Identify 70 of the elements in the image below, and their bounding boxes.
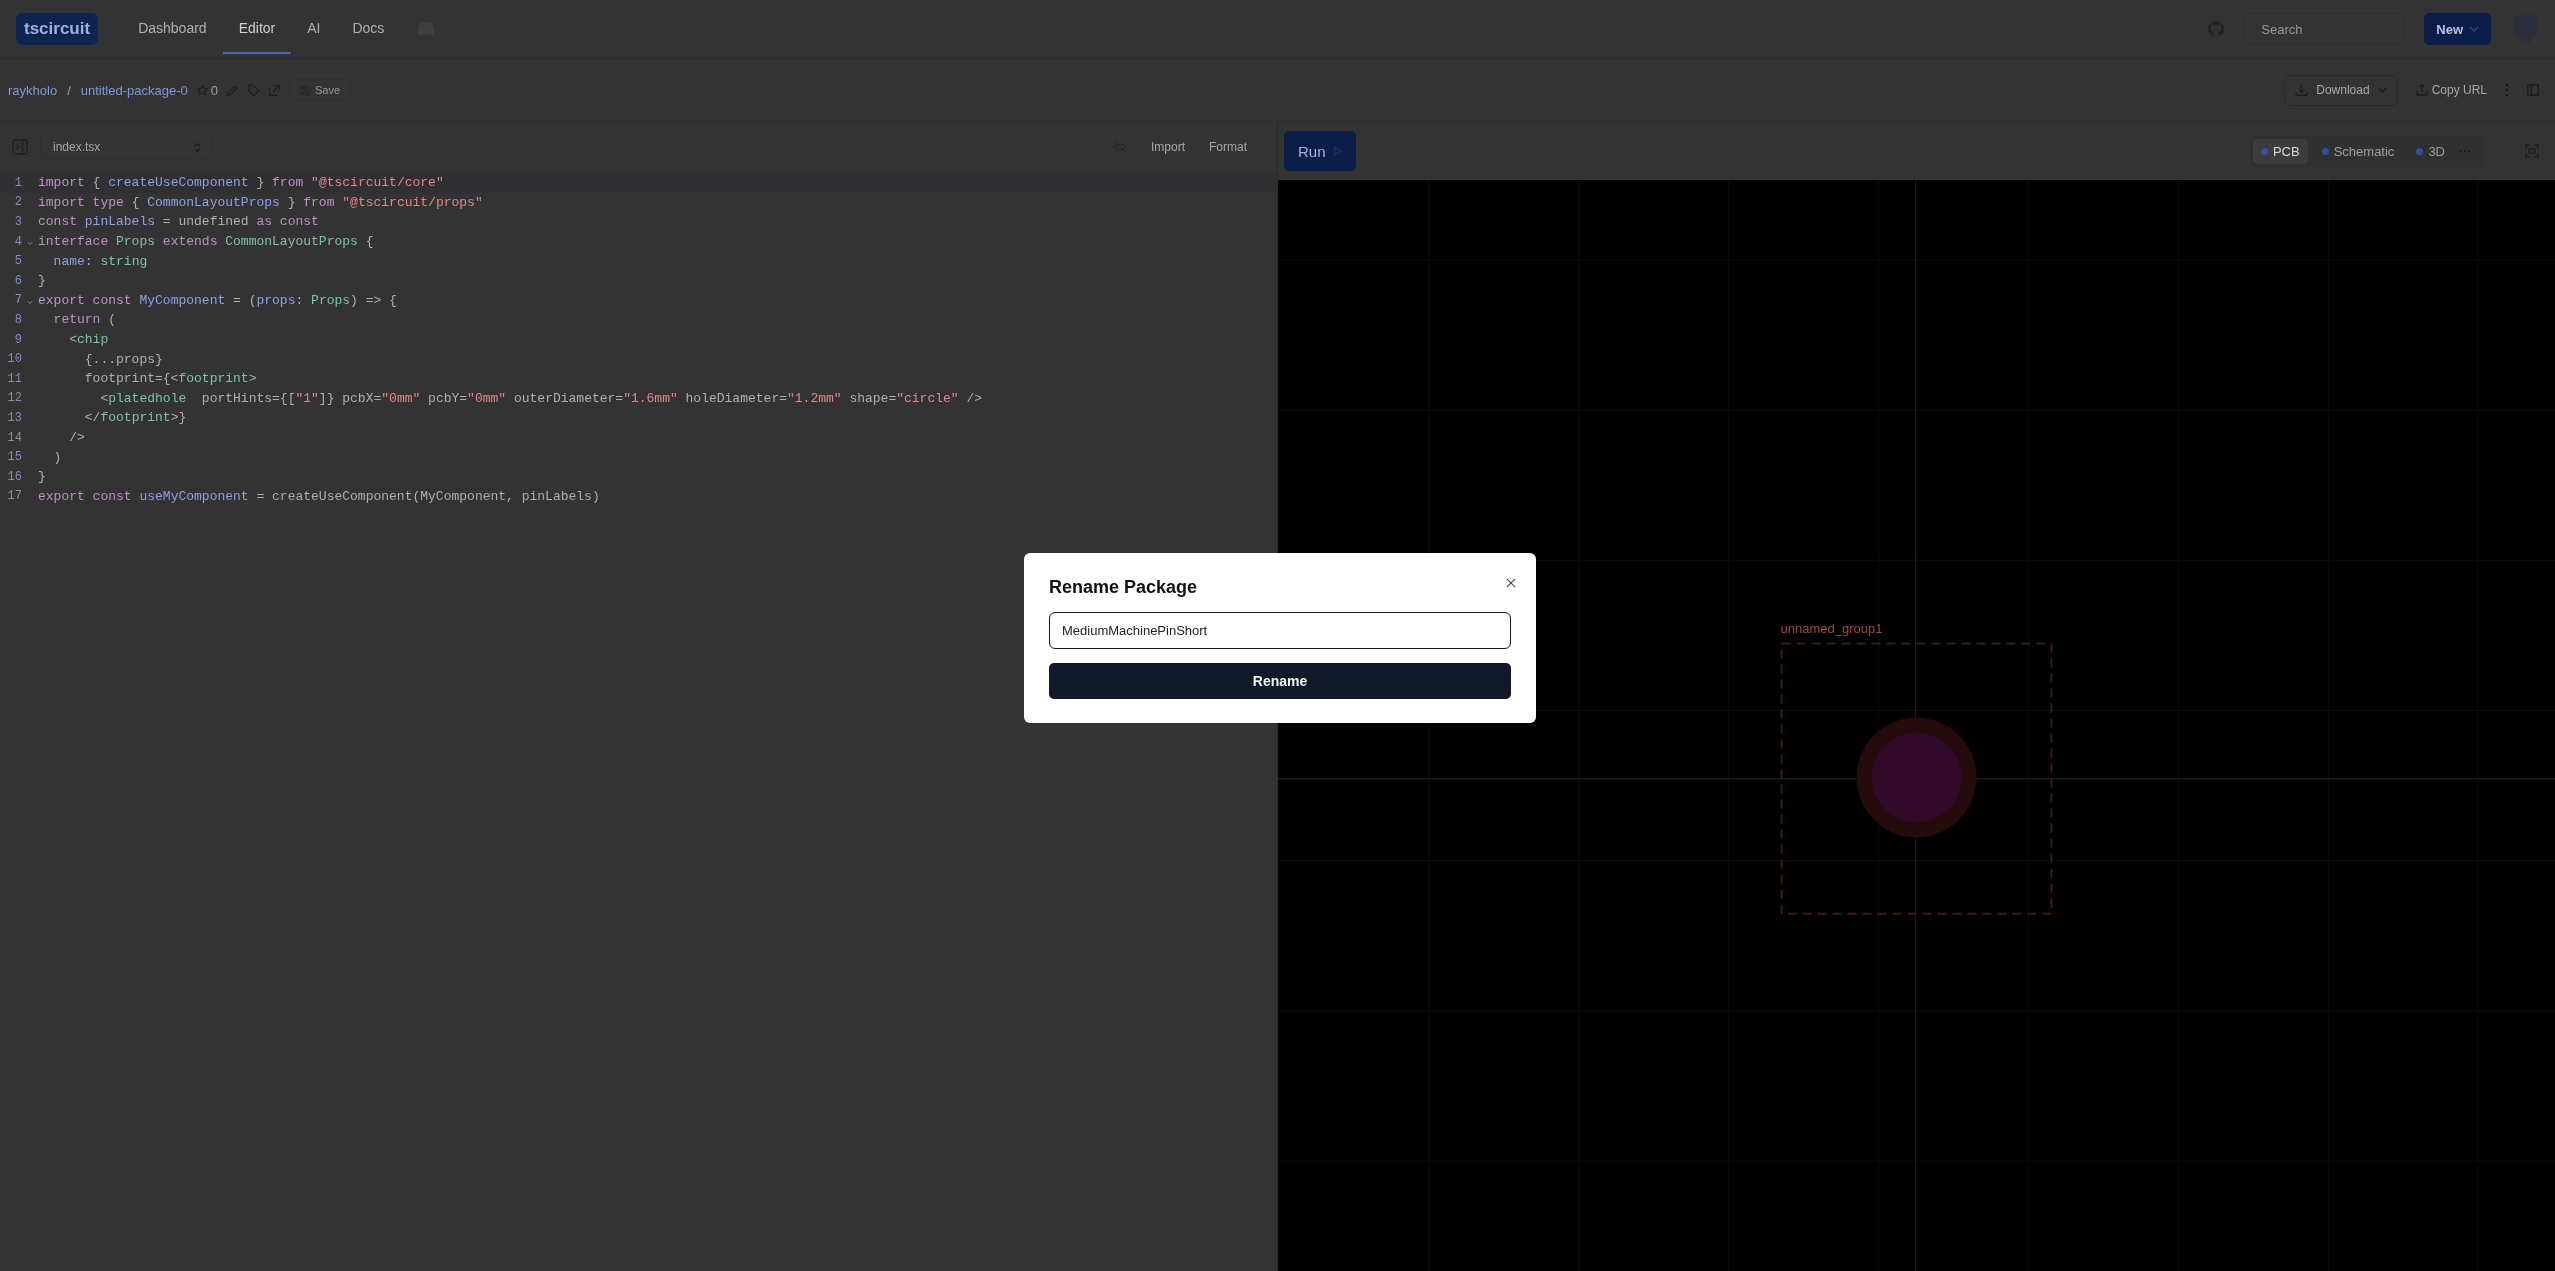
logo[interactable]: tscircuit (16, 13, 99, 45)
code-line: } (38, 469, 46, 485)
view-tab[interactable]: Schematic (2313, 138, 2403, 164)
code-line: {...props} (83, 351, 163, 367)
nav-tab[interactable]: AI (291, 4, 337, 54)
fold-chevron-icon[interactable] (27, 241, 33, 247)
code-line: </footprint>} (83, 410, 187, 426)
sidebar-icon[interactable] (2527, 84, 2539, 96)
code-line: import { createUseComponent } from "@tscircuit/core" (38, 175, 444, 191)
new-button[interactable]: New (2424, 13, 2491, 45)
code-line: return ( (52, 312, 117, 328)
name-input-field[interactable]: MediumMachinePinShort (1049, 612, 1511, 649)
code-line: interface Props extends CommonLayoutProps { (38, 234, 374, 250)
view-tab[interactable]: 3D (2408, 138, 2453, 164)
caret-icon (2469, 26, 2479, 32)
format-button[interactable]: Format (1209, 140, 1247, 154)
code-line: export const useMyComponent = createUseComponent(MyComponent, pinLabels) (38, 488, 600, 504)
nav-tab[interactable]: Docs (336, 4, 401, 54)
code-line: name: string (52, 253, 148, 269)
play-icon (1333, 146, 1342, 156)
star-count: 0 (210, 82, 218, 98)
dialog-title: Rename Package (1049, 577, 1199, 598)
code-line: footprint={<footprint> (83, 371, 257, 387)
line-number: 7 (13, 293, 22, 308)
line-number: 12 (6, 391, 22, 406)
fold-chevron-icon[interactable] (27, 299, 33, 305)
line-number: 8 (13, 312, 22, 327)
copy-url-button[interactable]: Copy URL (2415, 83, 2487, 97)
line-number: 9 (13, 332, 22, 347)
save-button[interactable]: Save (288, 79, 352, 101)
code-line: } (38, 273, 46, 289)
code-line: <platedhole portHints={["1"]} pcbX="0mm" pcbY="0mm" outerDiameter="1.6mm" holeDiameter="1.2mm" shape="circle" /> (99, 390, 983, 406)
group-label: unnamed_group1 (1780, 621, 1883, 637)
line-number: 13 (6, 410, 22, 425)
line-number: 3 (13, 215, 22, 229)
line-number: 6 (13, 273, 22, 288)
line-number: 5 (13, 254, 22, 269)
line-number: 4 (13, 234, 22, 249)
code-line: export const MyComponent = (props: Props) => { (38, 292, 397, 308)
line-number: 16 (6, 469, 22, 484)
caret-icon (2377, 87, 2387, 93)
line-number: 10 (6, 352, 22, 367)
code-line: <chip (68, 332, 109, 348)
line-number: 15 (6, 450, 22, 465)
line-number: 2 (13, 195, 22, 210)
code-line: import type { CommonLayoutProps } from "@tscircuit/props" (38, 194, 483, 210)
line-number: 17 (6, 489, 22, 504)
close-icon[interactable] (1506, 578, 1516, 588)
breadcrumb-separator: / (67, 82, 71, 98)
line-number: 14 (6, 430, 22, 445)
upload-icon (2415, 84, 2428, 96)
code-line: /> (68, 430, 85, 445)
view-tab[interactable]: PCB (2252, 138, 2308, 164)
search-field[interactable]: Search (2244, 13, 2405, 45)
owner-link[interactable]: raykholo (8, 82, 58, 98)
code-line: const pinLabels = undefined as const (38, 214, 319, 230)
rename-button[interactable]: Rename (1049, 663, 1511, 699)
plated-hole[interactable] (1856, 717, 1977, 838)
run-button[interactable]: Run (1284, 131, 1356, 171)
download-button[interactable]: Download (2284, 74, 2398, 106)
package-link[interactable]: untitled-package-0 (80, 82, 188, 98)
file-select[interactable]: index.tsx (40, 134, 212, 160)
code-line: ) (52, 449, 62, 465)
download-icon (2295, 83, 2309, 97)
line-number: 1 (13, 175, 22, 190)
import-button[interactable]: Import (1150, 140, 1185, 154)
nav-tab[interactable]: Editor (222, 4, 292, 54)
nav-tab[interactable]: Dashboard (122, 4, 223, 54)
pencil-icon[interactable] (225, 83, 239, 97)
line-number: 11 (6, 371, 22, 386)
